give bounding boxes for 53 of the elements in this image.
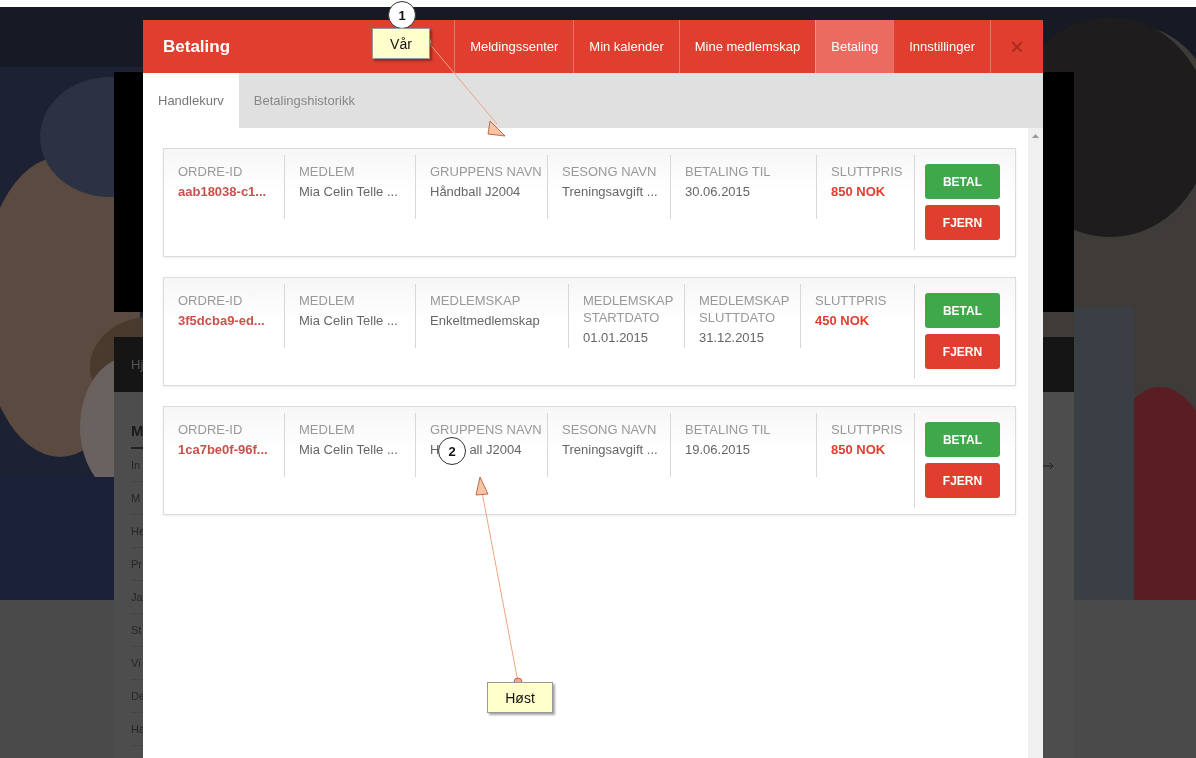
column-value: H (430, 442, 440, 457)
remove-button[interactable]: FJERN (925, 334, 1000, 369)
column-value: 3f5dcba9-ed... (178, 312, 266, 330)
callout-label: Høst (487, 682, 553, 713)
tab[interactable]: Handlekurv (143, 73, 239, 128)
column-value: aab18038-c1... (178, 183, 268, 201)
column-label: MEDLEMSKAP STARTDATO (583, 292, 675, 326)
column-label: SESONG NAVN (562, 421, 658, 438)
column-label: SLUTTPRIS (815, 292, 888, 309)
column-value: 450 NOK (815, 312, 871, 330)
column-value: 850 NOK (831, 183, 887, 201)
header-nav-item[interactable]: Betaling (815, 20, 894, 73)
column-value: Mia Celin Telle ... (299, 312, 399, 330)
column-value: 30.06.2015 (685, 183, 752, 201)
callout-label: Vår (372, 28, 430, 59)
column-value: 31.12.2015 (699, 329, 766, 347)
column-value: 19.06.2015 (685, 441, 752, 459)
column-value: Treningsavgift ... (562, 441, 659, 459)
column-label: GRUPPENS NAVN (430, 163, 543, 180)
column-label: MEDLEM (299, 292, 356, 309)
pay-button[interactable]: BETAL (925, 422, 1000, 457)
column-label: ORDRE-ID (178, 292, 244, 309)
arrow-icon[interactable] (1043, 462, 1054, 470)
column-label: ORDRE-ID (178, 163, 244, 180)
tab[interactable]: Betalingshistorikk (238, 73, 370, 128)
column-value: all J2004 (469, 442, 522, 457)
column-value: 850 NOK (831, 441, 887, 459)
column-label: MEDLEMSKAP (430, 292, 522, 309)
column-value: Mia Celin Telle ... (299, 183, 399, 201)
column-label: BETALING TIL (685, 163, 772, 180)
pay-button[interactable]: BETAL (925, 164, 1000, 199)
pay-button[interactable]: BETAL (925, 293, 1000, 328)
column-value: Mia Celin Telle ... (299, 441, 399, 459)
scrollbar[interactable] (1028, 128, 1043, 758)
column-label: SESONG NAVN (562, 163, 658, 180)
column-label: MEDLEM (299, 421, 356, 438)
remove-button[interactable]: FJERN (925, 463, 1000, 498)
column-value: Enkeltmedlemskap (430, 312, 541, 330)
column-value: Treningsavgift ... (562, 183, 659, 201)
column-value: 01.01.2015 (583, 329, 650, 347)
column-label: BETALING TIL (685, 421, 772, 438)
column-value: 1ca7be0f-96f... (178, 441, 269, 459)
column-value: Håndball J2004 (430, 183, 522, 201)
column-label: SLUTTPRIS (831, 163, 904, 180)
column-label: GRUPPENS NAVN (430, 421, 543, 438)
column-label: MEDLEM (299, 163, 356, 180)
column-label: ORDRE-ID (178, 421, 244, 438)
column-label: SLUTTPRIS (831, 421, 904, 438)
column-label: MEDLEMSKAP SLUTTDATO (699, 292, 791, 326)
scroll-up-icon[interactable] (1032, 134, 1039, 138)
remove-button[interactable]: FJERN (925, 205, 1000, 240)
nav-link[interactable]: Hj (131, 357, 144, 372)
dialog-title: Betaling (163, 36, 231, 57)
